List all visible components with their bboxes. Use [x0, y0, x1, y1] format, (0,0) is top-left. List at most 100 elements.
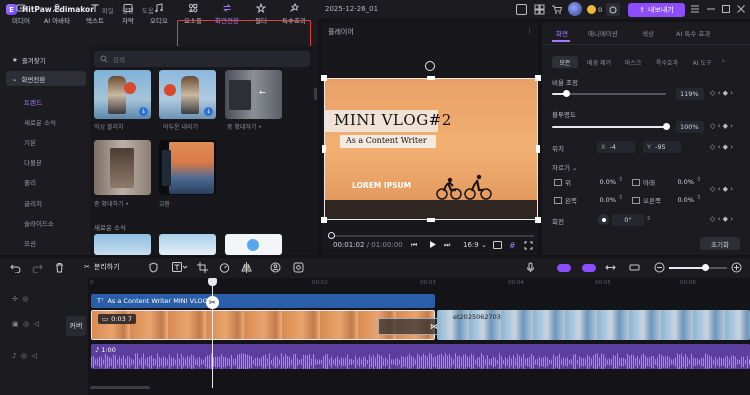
player-progress-track[interactable]	[328, 235, 534, 237]
position-keyframe-icon[interactable]: ◇ ‹ ◆ ›	[710, 143, 733, 151]
minimize-icon[interactable]	[706, 4, 716, 14]
player-progress-knob[interactable]	[328, 232, 335, 239]
document-title[interactable]: 2025-12-26_01	[325, 5, 378, 13]
split-button[interactable]: ✂ 분리하기	[84, 262, 120, 272]
grid-guide-icon[interactable]: #	[509, 241, 516, 250]
cover-button[interactable]: 커버	[66, 316, 86, 336]
subtab-all[interactable]: 모든	[552, 56, 578, 68]
resize-handle[interactable]	[321, 217, 327, 223]
crop-right-field[interactable]: 오른쪽 0.0%	[632, 194, 694, 206]
zoom-out-icon[interactable]	[654, 262, 665, 273]
resize-handle[interactable]	[322, 145, 326, 153]
sidebar-item-transition[interactable]: ⌄ 화면전환	[6, 71, 86, 86]
export-button[interactable]: ⇪ 내보내기	[628, 3, 685, 17]
video-clip-2[interactable]: et2025062703	[437, 310, 750, 340]
transition-thumb-5[interactable]	[159, 140, 216, 195]
snap-toggle-icon[interactable]	[582, 264, 596, 272]
text-clip[interactable]: Tᵀ As a Content Writer MINI VLOG	[91, 294, 435, 308]
library-scrollbar[interactable]	[314, 88, 317, 100]
sidebar-sub-new[interactable]: 새로운 소식	[24, 117, 56, 127]
transition-thumb-8[interactable]	[225, 234, 282, 255]
resize-handle[interactable]	[427, 76, 435, 80]
audio-clip[interactable]: ♪ 1:00	[91, 344, 750, 369]
avatar[interactable]	[568, 2, 582, 16]
subtab-remove-bg[interactable]: 배경 제거	[581, 56, 617, 68]
rotate-handle-icon[interactable]	[425, 61, 435, 71]
notification-icon[interactable]	[606, 3, 620, 16]
download-icon[interactable]: ↓	[204, 107, 213, 116]
resize-handle[interactable]	[536, 145, 540, 153]
crop-keyframe-icon[interactable]: ◇ ‹ ◆ ›	[710, 185, 733, 193]
next-frame-icon[interactable]: ⏭	[444, 241, 450, 250]
playhead-handle[interactable]	[208, 278, 217, 286]
playhead[interactable]	[212, 278, 213, 388]
transition-thumb-4[interactable]	[94, 140, 151, 195]
subtab-effects[interactable]: 특수효과	[650, 56, 684, 68]
rotate-keyframe-icon[interactable]: ◇ ‹ ◆ ›	[710, 215, 733, 223]
scale-value[interactable]: 119%	[676, 88, 704, 100]
search-input[interactable]: 검색	[94, 51, 310, 67]
crop-left-stepper-icon[interactable]: ⇕	[618, 194, 623, 201]
scale-slider-knob[interactable]	[562, 90, 570, 97]
tool-audio[interactable]: 오디오	[141, 3, 177, 25]
position-x-input[interactable]: X -4	[597, 141, 635, 153]
save-icon[interactable]	[516, 4, 527, 15]
subtab-mask[interactable]: 마스크	[620, 56, 646, 68]
timeline-scrollbar[interactable]	[90, 386, 150, 389]
sidebar-item-favorites[interactable]: ★ 즐겨찾기	[6, 52, 86, 67]
resize-handle[interactable]	[535, 217, 541, 223]
link-toggle-icon[interactable]	[557, 264, 571, 272]
microphone-icon[interactable]	[525, 262, 536, 273]
player-more-icon[interactable]: ⋮	[526, 27, 533, 35]
crop-right-stepper-icon[interactable]: ⇕	[696, 194, 701, 201]
sidebar-sub-motion[interactable]: 모션	[24, 238, 36, 248]
rotate-input[interactable]: 0 °	[612, 214, 644, 226]
subtab-more-icon[interactable]: ›	[722, 57, 725, 65]
opacity-value[interactable]: 100%	[676, 121, 704, 133]
maximize-icon[interactable]	[721, 4, 731, 14]
tab-video[interactable]: 화면	[556, 28, 568, 38]
hamburger-menu-icon[interactable]	[690, 4, 700, 14]
cart-icon[interactable]	[551, 4, 562, 15]
transition-thumb-2[interactable]: ↓	[159, 70, 216, 119]
split-view-icon[interactable]	[605, 262, 616, 273]
tab-ai-effects[interactable]: AI 특수 효과	[676, 28, 710, 38]
play-icon[interactable]	[428, 240, 437, 249]
shield-icon[interactable]	[148, 262, 159, 273]
opacity-slider-knob[interactable]	[663, 123, 670, 130]
sidebar-sub-basic[interactable]: 기본	[24, 137, 36, 147]
speed-icon[interactable]	[219, 262, 230, 273]
transition-thumb-3[interactable]: ←	[225, 70, 282, 119]
transition-thumb-6[interactable]	[94, 234, 151, 255]
reset-button[interactable]: 초기화	[700, 237, 740, 250]
selection-frame[interactable]	[324, 78, 538, 220]
opacity-keyframe-icon[interactable]: ◇ ‹ ◆ ›	[710, 122, 733, 130]
crop-bottom-stepper-icon[interactable]: ⇕	[696, 176, 701, 183]
rotate-stepper-icon[interactable]: ⇕	[646, 215, 651, 222]
crop-top-field[interactable]: 위 0.0%	[554, 176, 616, 188]
delete-icon[interactable]	[54, 262, 65, 273]
crop-bottom-field[interactable]: 아래 0.0%	[632, 176, 694, 188]
resize-handle[interactable]	[321, 75, 327, 81]
aspect-ratio-select[interactable]: 16:9 ⌄	[463, 241, 487, 249]
position-y-input[interactable]: Y -95	[643, 141, 681, 153]
download-icon[interactable]: ↓	[139, 107, 148, 116]
crop-top-stepper-icon[interactable]: ⇕	[618, 176, 623, 183]
transition-thumb-1[interactable]: ↓	[94, 70, 151, 119]
sidebar-sub-4[interactable]: 다몰본	[24, 157, 42, 167]
person-detect-icon[interactable]	[270, 262, 281, 273]
zoom-slider-knob[interactable]	[702, 264, 709, 271]
redo-icon[interactable]	[32, 262, 43, 273]
text-tool-icon[interactable]	[172, 262, 188, 273]
subtab-ai-tools[interactable]: AI 도구	[687, 56, 717, 68]
fit-timeline-icon[interactable]	[629, 262, 640, 273]
tab-color[interactable]: 색상	[642, 28, 654, 38]
prev-frame-icon[interactable]: ⏮	[411, 241, 417, 250]
scale-keyframe-icon[interactable]: ◇ ‹ ◆ ›	[710, 89, 733, 97]
playhead-split-icon[interactable]: ✂	[206, 296, 219, 309]
tool-media[interactable]: 미디어	[3, 3, 39, 25]
transition-thumb-7[interactable]	[159, 234, 216, 255]
close-icon[interactable]	[736, 4, 746, 14]
resize-handle[interactable]	[535, 75, 541, 81]
zoom-in-icon[interactable]	[731, 262, 742, 273]
